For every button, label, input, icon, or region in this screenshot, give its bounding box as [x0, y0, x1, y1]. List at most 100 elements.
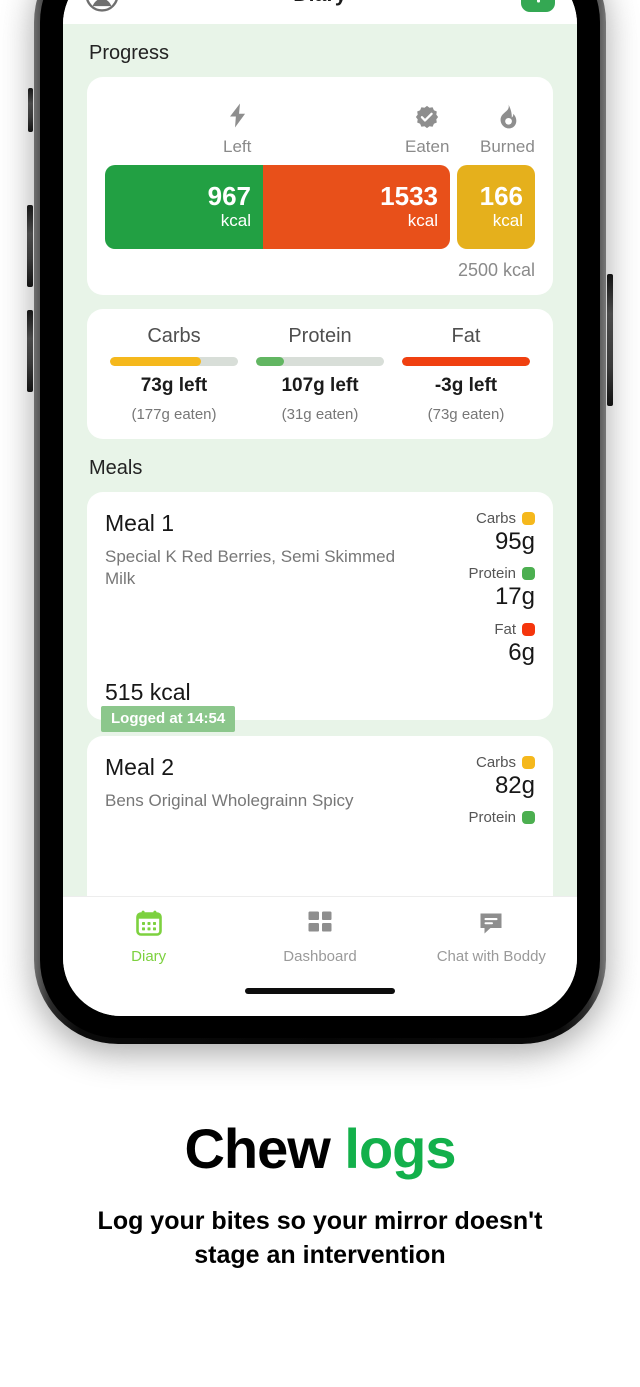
meal-main: Meal 1 Special K Red Berries, Semi Skimm…	[105, 510, 435, 706]
protein-color-dot	[522, 567, 535, 581]
macro-carbs-name: Carbs	[147, 325, 201, 347]
macro-protein-eaten: (31g eaten)	[281, 406, 359, 423]
add-entry-button[interactable]	[521, 0, 555, 12]
chat-icon	[477, 909, 505, 942]
plus-icon	[529, 0, 548, 5]
meal-macro-carbs-row: Carbs	[476, 510, 535, 527]
tab-diary[interactable]: Diary	[63, 909, 234, 965]
calories-segment-left: 967 kcal	[105, 165, 263, 249]
meal-macro-fat-row: Fat	[494, 621, 535, 638]
macro-fat-track	[402, 357, 530, 366]
macros-row: Carbs 73g left (177g eaten) Protein 107g…	[101, 325, 539, 423]
meal-title: Meal 2	[105, 754, 175, 780]
meal-macro-protein-value: 17g	[494, 583, 535, 611]
macro-fat: Fat -3g left (73g eaten)	[393, 325, 539, 423]
calories-left-unit: kcal	[220, 211, 251, 231]
legend-item-burned: Burned	[480, 104, 535, 157]
calories-burned-unit: kcal	[492, 211, 523, 231]
status-badge: Logged at 14:54	[101, 706, 236, 732]
macros-card: Carbs 73g left (177g eaten) Protein 107g…	[87, 309, 553, 439]
calories-bar-main: 967 kcal 1533 kcal	[105, 165, 450, 249]
meal-title: Meal 1	[105, 510, 175, 536]
phone-volume-up-button[interactable]	[27, 205, 33, 287]
calories-bar: 967 kcal 1533 kcal 166 kcal	[105, 165, 535, 249]
macro-carbs-fill	[110, 357, 201, 366]
legend-label-left: Left	[223, 137, 252, 156]
calories-segment-eaten: 1533 kcal	[263, 165, 450, 249]
meal-macro-fat-label: Fat	[494, 620, 516, 638]
meal-macro-carbs-value: 82g	[494, 772, 535, 799]
bottom-tab-bar: Diary Dashboard Chat with Boddy	[63, 896, 577, 1016]
meal-macro-fat-value: 6g	[508, 638, 535, 666]
legend-label-burned: Burned	[480, 137, 535, 156]
macro-protein: Protein 107g left (31g eaten)	[247, 325, 393, 423]
carbs-color-dot	[522, 512, 535, 525]
calories-card: Left Eaten Burned 967 kcal 1533 kcal 166…	[87, 77, 553, 295]
meal-macro-protein-label: Protein	[468, 809, 516, 827]
phone-mute-switch[interactable]	[28, 88, 33, 132]
calories-eaten-value: 1533	[380, 180, 438, 211]
legend-item-left: Left	[223, 102, 251, 157]
meal-macro-carbs-value: 95g	[494, 528, 535, 555]
meal-card[interactable]: Meal 1 Special K Red Berries, Semi Skimm…	[87, 492, 553, 732]
meal-foods: Bens Original Wholegrainn Spicy	[105, 791, 354, 810]
macro-protein-name: Protein	[288, 325, 352, 347]
phone-volume-down-button[interactable]	[27, 310, 33, 392]
tab-label-chat: Chat with Boddy	[436, 948, 546, 965]
calories-total: 2500 kcal	[457, 260, 535, 280]
grid-icon	[306, 909, 334, 942]
progress-section-title: Progress	[89, 42, 170, 64]
macro-carbs: Carbs 73g left (177g eaten)	[101, 325, 247, 423]
meal-kcal: 515 kcal	[105, 679, 191, 705]
macro-fat-left: -3g left	[434, 375, 498, 396]
tab-dashboard[interactable]: Dashboard	[234, 909, 405, 965]
meals-section-title: Meals	[89, 457, 143, 479]
macro-carbs-eaten: (177g eaten)	[131, 406, 217, 423]
calendar-icon	[135, 909, 163, 942]
page-title: Diary	[63, 0, 577, 7]
phone-power-button[interactable]	[607, 274, 613, 406]
carbs-color-dot	[522, 756, 535, 769]
macro-carbs-track	[110, 357, 238, 366]
meal-macro-protein-label: Protein	[468, 565, 516, 583]
macro-protein-fill	[256, 357, 285, 366]
promo-block: Chew logs Log your bites so your mirror …	[0, 1117, 640, 1272]
meal-macro-protein-row: Protein	[468, 809, 535, 826]
macro-carbs-left: 73g left	[140, 375, 208, 396]
calories-segment-burned: 166 kcal	[457, 165, 535, 249]
meal-foods: Special K Red Berries, Semi Skimmed Milk	[105, 547, 396, 589]
calories-eaten-unit: kcal	[407, 211, 438, 231]
legend-item-eaten: Eaten	[405, 105, 449, 157]
calories-left-value: 967	[207, 180, 251, 211]
diary-scroll-body[interactable]: Progress Left Eaten Burned 967 kcal 1533…	[63, 24, 577, 954]
phone-screen: Diary Progress	[63, 0, 577, 1016]
meal-macro-carbs-row: Carbs	[476, 754, 535, 771]
screenshot-root: Diary Progress	[0, 0, 640, 1387]
home-indicator[interactable]	[245, 988, 395, 994]
check-badge-icon	[415, 105, 439, 134]
protein-color-dot	[522, 811, 535, 825]
tab-label-dashboard: Dashboard	[283, 948, 357, 965]
tab-chat[interactable]: Chat with Boddy	[406, 909, 577, 965]
macro-protein-left: 107g left	[281, 375, 359, 396]
calories-burned-value: 166	[479, 180, 523, 211]
promo-headline-accent: logs	[344, 1117, 456, 1180]
meal-macro-carbs-label: Carbs	[475, 510, 516, 527]
meal-macros: Carbs 95g Protein 17g Fat 6g	[435, 510, 535, 706]
macro-protein-track	[256, 357, 384, 366]
macro-fat-name: Fat	[451, 325, 481, 347]
macro-fat-eaten: (73g eaten)	[427, 406, 505, 423]
flame-icon	[496, 104, 518, 134]
promo-headline: Chew logs	[0, 1117, 640, 1180]
meal-macro-carbs-label: Carbs	[475, 754, 516, 771]
app-header: Diary	[63, 0, 577, 24]
meal-macro-protein-row: Protein	[468, 565, 535, 582]
legend-label-eaten: Eaten	[405, 137, 450, 156]
promo-headline-plain: Chew	[184, 1117, 345, 1180]
promo-subhead: Log your bites so your mirror doesn't st…	[97, 1206, 543, 1269]
calories-legend: Left Eaten Burned	[105, 95, 535, 157]
tab-label-diary: Diary	[131, 948, 167, 965]
lightning-bolt-icon	[226, 102, 249, 134]
macro-fat-fill	[402, 357, 530, 366]
fat-color-dot	[522, 622, 535, 636]
